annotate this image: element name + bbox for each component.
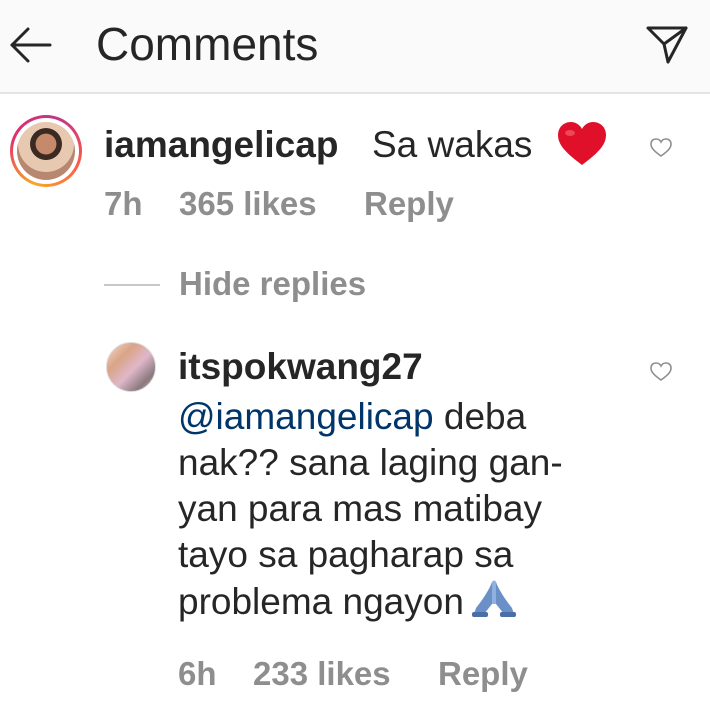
reply-likes-count[interactable]: 233 likes: [253, 654, 391, 694]
red-heart-emoji: [556, 121, 608, 172]
heart-outline-icon: [650, 362, 672, 381]
reply-reply-button[interactable]: Reply: [438, 654, 528, 694]
comment-reply-button[interactable]: Reply: [364, 184, 454, 224]
share-button[interactable]: [644, 22, 690, 68]
reply-line: yan para mas matibay: [178, 488, 543, 529]
mention-link[interactable]: @iamangelicap: [178, 396, 434, 437]
hide-replies-button[interactable]: Hide replies: [179, 263, 366, 305]
reply-line: nak?? sana laging gan-: [178, 442, 563, 483]
comment-timestamp: 7h: [104, 185, 143, 222]
reply-username[interactable]: itspokwang27: [178, 344, 423, 390]
heart-outline-icon: [650, 138, 672, 157]
replies-divider: [104, 284, 160, 286]
paper-plane-icon: [646, 26, 688, 64]
comment-text: Sa wakas: [372, 124, 533, 165]
reply-line-text: problema ngayon: [178, 581, 464, 622]
reply-line: tayo sa pagharap sa: [178, 534, 514, 575]
reply-line: @iamangelicap deba: [178, 394, 618, 440]
reply-line-text: deba: [433, 396, 527, 437]
reply-like-button[interactable]: [650, 362, 672, 382]
top-bar: Comments: [0, 0, 710, 94]
comment-likes-count[interactable]: 365 likes: [179, 184, 317, 224]
comment-username[interactable]: iamangelicap: [104, 122, 338, 168]
folded-hands-emoji: [470, 578, 518, 629]
like-button[interactable]: [650, 138, 672, 158]
reply-text: @iamangelicap deba nak?? sana laging gan…: [178, 394, 618, 629]
reply-timestamp: 6h: [178, 655, 217, 692]
back-button[interactable]: [8, 22, 54, 68]
reply-line: problema ngayon: [178, 578, 618, 629]
page-title: Comments: [96, 18, 319, 70]
avatar[interactable]: [17, 122, 75, 180]
arrow-left-icon: [10, 27, 52, 63]
reply-avatar[interactable]: [106, 342, 156, 392]
